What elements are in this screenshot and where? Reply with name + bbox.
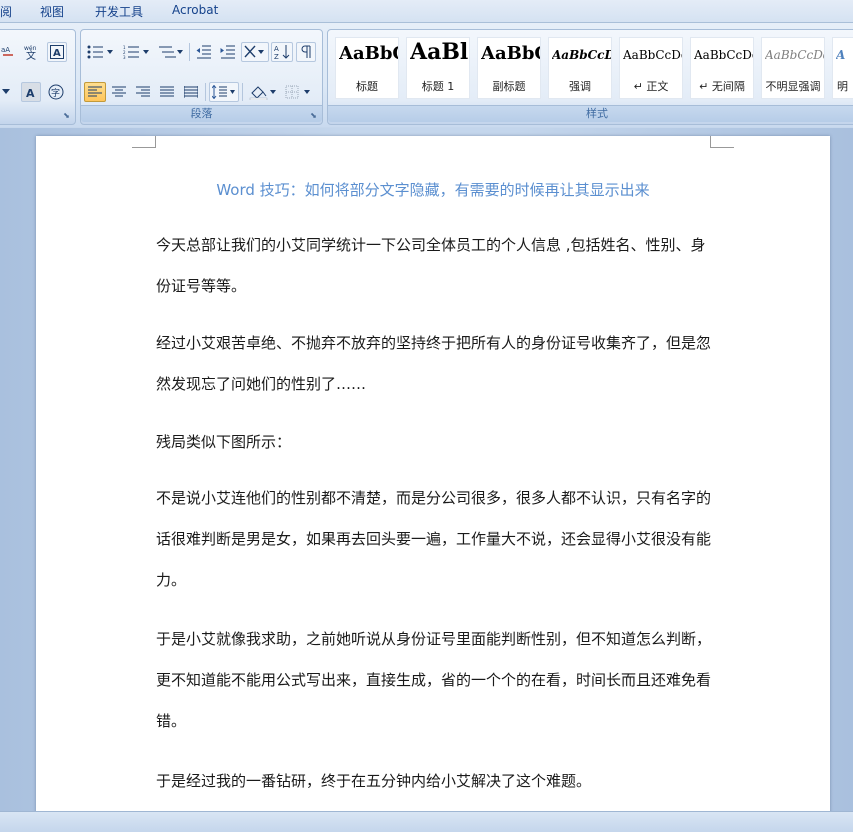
character-border-icon[interactable]: A: [47, 42, 67, 62]
crop-mark-left: [132, 136, 156, 148]
svg-text:Z: Z: [274, 53, 279, 60]
style-heading-1[interactable]: AaBl 标题 1: [406, 37, 470, 99]
style-name: 强调: [569, 80, 591, 93]
paragraph-dialog-launcher-icon[interactable]: ⬊: [309, 111, 318, 120]
shading-icon[interactable]: [246, 82, 280, 102]
character-shading-icon[interactable]: A: [21, 82, 41, 102]
paragraph-2: 经过小艾艰苦卓绝、不抛弃不放弃的坚持终于把所有人的身份证号收集齐了，但是忽然发现…: [156, 334, 712, 393]
styles-group-label: 样式: [328, 105, 853, 122]
enclose-characters-icon[interactable]: 字: [45, 82, 67, 102]
font-group: aA wén 文 A A 字 ⬊: [0, 29, 76, 125]
paragraph-1: 今天总部让我们的小艾同学统计一下公司全体员工的个人信息 ,包括姓名、性别、身份证…: [156, 236, 706, 295]
style-sample: AaBl: [410, 39, 469, 65]
numbering-icon[interactable]: 123: [120, 42, 154, 62]
style-subtitle[interactable]: AaBbC 副标题: [477, 37, 541, 99]
tab-developer[interactable]: 开发工具: [95, 3, 143, 20]
svg-text:aA: aA: [1, 46, 10, 54]
style-name: 标题 1: [421, 80, 455, 93]
style-sample: AaBbCcDd: [694, 48, 753, 62]
style-sample: A: [836, 48, 846, 62]
style-title[interactable]: AaBbC 标题: [335, 37, 399, 99]
paragraph-group: 123 AZ 段落 ⬊: [80, 29, 323, 125]
style-name: 明: [837, 80, 848, 93]
justify-icon[interactable]: [156, 82, 178, 102]
document-canvas: Word 技巧：如何将部分文字隐藏，有需要的时候再让其显示出来 今天总部让我们的…: [0, 128, 853, 811]
style-emphasis[interactable]: AaBbCcDd 强调: [548, 37, 612, 99]
styles-gallery: AaBbC 标题 AaBl 标题 1 AaBbC 副标题 AaBbCcDd 强调…: [335, 37, 853, 103]
chinese-layout-icon[interactable]: [241, 42, 269, 62]
line-spacing-icon[interactable]: [209, 82, 239, 102]
ribbon: aA wén 文 A A 字 ⬊ 123 A Z 段落 ⬊ 样式 AaBb 标题…: [0, 23, 853, 127]
bullets-icon[interactable]: [84, 42, 118, 62]
font-color-dropdown-icon[interactable]: [0, 82, 13, 102]
style-sample: AaBbCcDd: [765, 48, 824, 62]
decrease-indent-icon[interactable]: [193, 42, 215, 62]
document-title: Word 技巧：如何将部分文字隐藏，有需要的时候再让其显示出来: [216, 181, 650, 199]
tab-view[interactable]: 视图: [40, 3, 64, 20]
paragraph-6: 于是经过我的一番钻研，终于在五分钟内给小艾解决了这个难题。: [156, 772, 592, 790]
show-paragraph-marks-icon[interactable]: [296, 42, 316, 62]
svg-text:A: A: [26, 87, 35, 99]
document-page[interactable]: Word 技巧：如何将部分文字隐藏，有需要的时候再让其显示出来 今天总部让我们的…: [36, 136, 830, 811]
borders-icon[interactable]: [282, 82, 316, 102]
align-left-icon[interactable]: [84, 82, 106, 102]
style-normal[interactable]: AaBbCcDd ↵ 正文: [619, 37, 683, 99]
svg-text:A: A: [53, 48, 61, 59]
sort-icon[interactable]: AZ: [271, 42, 293, 62]
style-sample: AaBbC: [481, 43, 540, 64]
crop-mark-right: [710, 136, 734, 148]
style-name: ↵ 无间隔: [699, 80, 745, 93]
style-sample: AaBbC: [339, 43, 398, 64]
paragraph-3: 残局类似下图所示：: [156, 433, 292, 451]
style-subtle-emphasis[interactable]: AaBbCcDd 不明显强调: [761, 37, 825, 99]
tab-acrobat[interactable]: Acrobat: [172, 3, 218, 17]
style-name: 副标题: [492, 80, 526, 93]
font-dialog-launcher-icon[interactable]: ⬊: [62, 111, 71, 120]
change-case-icon[interactable]: aA: [0, 42, 17, 62]
ribbon-tab-bar: 阅 视图 开发工具 Acrobat: [0, 0, 853, 23]
status-bar: [0, 811, 853, 832]
align-center-icon[interactable]: [108, 82, 130, 102]
style-no-spacing[interactable]: AaBbCcDd ↵ 无间隔: [690, 37, 754, 99]
svg-text:文: 文: [26, 49, 36, 60]
paragraph-group-label: 段落: [81, 105, 322, 122]
style-intense-emphasis[interactable]: A 明: [832, 37, 853, 99]
increase-indent-icon[interactable]: [217, 42, 239, 62]
distributed-icon[interactable]: [180, 82, 202, 102]
style-name: 不明显强调: [765, 80, 821, 93]
paragraph-5: 于是小艾就像我求助，之前她听说从身份证号里面能判断性别，但不知道怎么判断，更不知…: [156, 630, 712, 730]
svg-text:3: 3: [123, 55, 126, 59]
style-sample: AaBbCcDd: [623, 48, 682, 62]
svg-text:A: A: [274, 45, 279, 53]
phonetic-guide-icon[interactable]: wén 文: [21, 42, 43, 62]
multilevel-list-icon[interactable]: [156, 42, 186, 62]
paragraph-4: 不是说小艾连他们的性别都不清楚，而是分公司很多，很多人都不认识，只有名字的话很难…: [156, 489, 712, 589]
style-name: ↵ 正文: [633, 80, 669, 93]
align-right-icon[interactable]: [132, 82, 154, 102]
svg-text:字: 字: [51, 87, 60, 99]
style-name: 标题: [356, 80, 378, 93]
style-sample: AaBbCcDd: [552, 48, 611, 62]
tab-review[interactable]: 阅: [0, 3, 12, 20]
